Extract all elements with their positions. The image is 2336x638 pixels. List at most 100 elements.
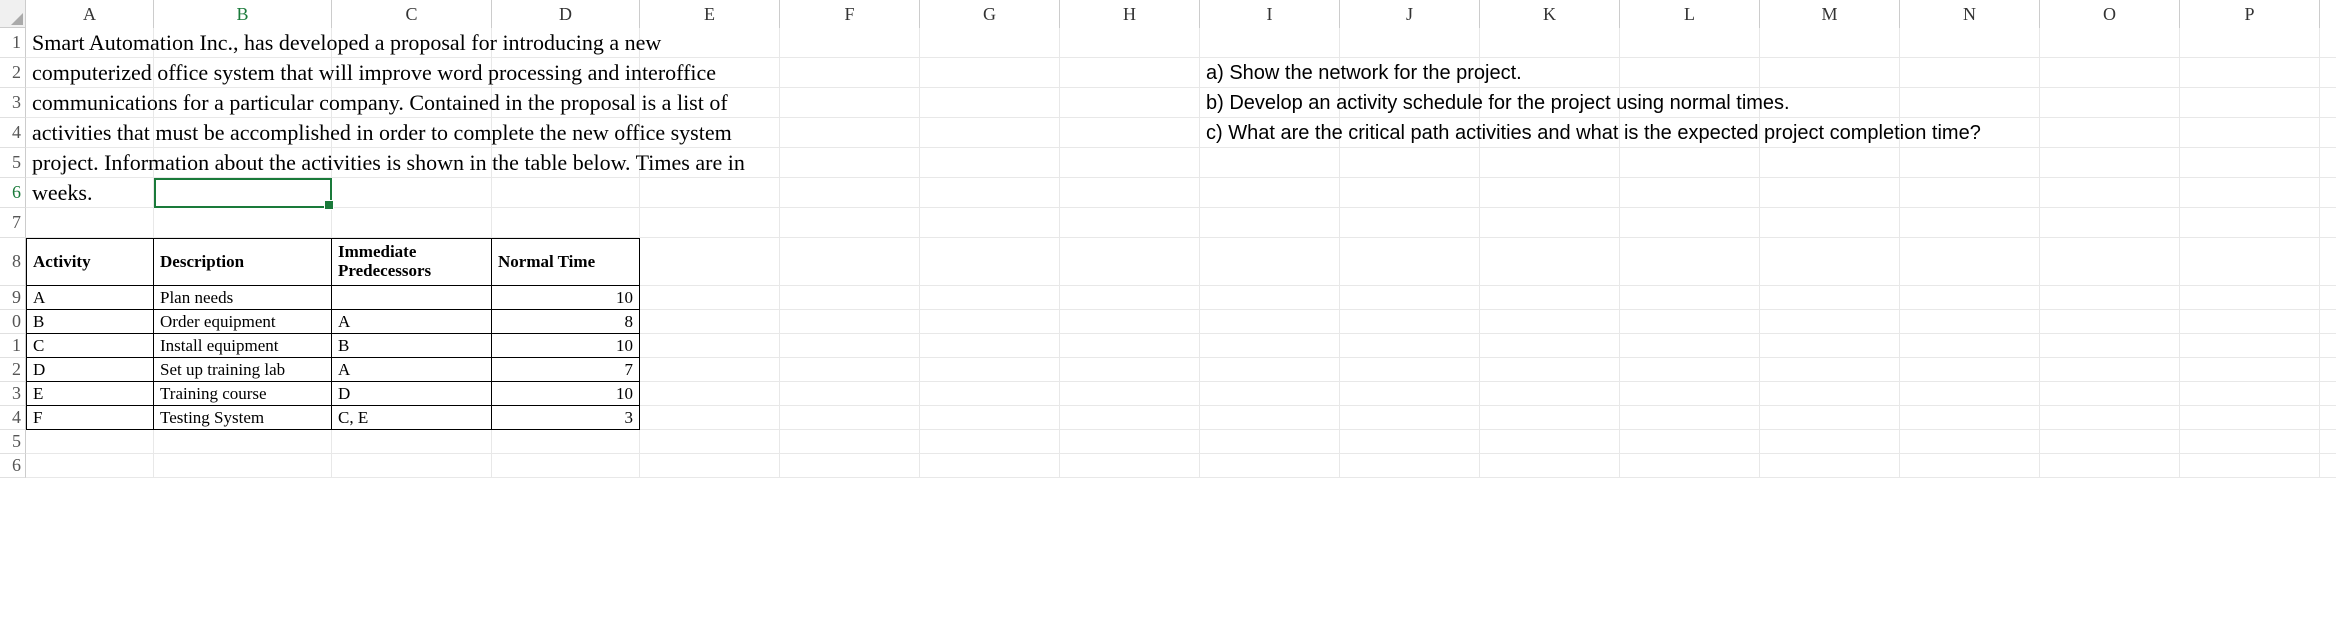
intro-line-4[interactable]: activities that must be accomplished in … [26, 118, 154, 148]
cell[interactable] [1340, 430, 1480, 454]
cell[interactable] [2180, 358, 2320, 382]
cell[interactable] [1480, 28, 1620, 58]
cell[interactable] [2320, 238, 2336, 286]
cell[interactable] [2320, 334, 2336, 358]
cell[interactable] [1900, 88, 2040, 118]
cell[interactable] [1760, 310, 1900, 334]
cell[interactable] [2040, 28, 2180, 58]
cell[interactable] [920, 382, 1060, 406]
table-header-activity[interactable]: Activity [26, 238, 154, 286]
cell[interactable] [640, 178, 780, 208]
cell[interactable] [1060, 430, 1200, 454]
table-predecessors-A[interactable] [332, 286, 492, 310]
cell[interactable] [1620, 178, 1760, 208]
cell[interactable] [1060, 88, 1200, 118]
cell[interactable] [1620, 238, 1760, 286]
cell[interactable] [2320, 358, 2336, 382]
cell[interactable] [1060, 118, 1200, 148]
cell[interactable] [780, 178, 920, 208]
column-header-O[interactable]: O [2040, 0, 2180, 28]
column-header-P[interactable]: P [2180, 0, 2320, 28]
row-header-9[interactable]: 9 [0, 286, 26, 310]
table-predecessors-F[interactable]: C, E [332, 406, 492, 430]
cell[interactable] [2040, 88, 2180, 118]
cell[interactable] [332, 208, 492, 238]
cell[interactable] [2320, 148, 2336, 178]
cell[interactable] [1900, 208, 2040, 238]
cell[interactable] [1200, 382, 1340, 406]
row-header-1[interactable]: 1 [0, 28, 26, 58]
cell[interactable] [1060, 28, 1200, 58]
cell[interactable] [2040, 454, 2180, 478]
cell[interactable] [2320, 406, 2336, 430]
row-header-12[interactable]: 2 [0, 358, 26, 382]
cell[interactable] [492, 208, 640, 238]
cell[interactable] [780, 286, 920, 310]
cell[interactable] [1340, 148, 1480, 178]
cell[interactable] [1900, 238, 2040, 286]
cell[interactable] [1900, 28, 2040, 58]
column-header-N[interactable]: N [1900, 0, 2040, 28]
cell[interactable] [2320, 178, 2336, 208]
cell[interactable] [2180, 334, 2320, 358]
cell[interactable] [1480, 358, 1620, 382]
cell[interactable] [1200, 334, 1340, 358]
cell[interactable] [2180, 286, 2320, 310]
cell[interactable] [780, 208, 920, 238]
intro-line-2[interactable]: computerized office system that will imp… [26, 58, 154, 88]
cell[interactable] [2040, 178, 2180, 208]
cell[interactable] [920, 406, 1060, 430]
cell[interactable] [1900, 382, 2040, 406]
cell[interactable] [2040, 430, 2180, 454]
cell[interactable] [1060, 208, 1200, 238]
cell[interactable] [2320, 118, 2336, 148]
column-header-E[interactable]: E [640, 0, 780, 28]
cell[interactable] [2040, 118, 2180, 148]
cell[interactable] [1760, 454, 1900, 478]
table-description-F[interactable]: Testing System [154, 406, 332, 430]
cell[interactable] [640, 310, 780, 334]
table-activity-A[interactable]: A [26, 286, 154, 310]
column-header-C[interactable]: C [332, 0, 492, 28]
table-time-C[interactable]: 10 [492, 334, 640, 358]
cell[interactable] [1620, 454, 1760, 478]
row-header-14[interactable]: 4 [0, 406, 26, 430]
cells-area[interactable]: Smart Automation Inc., has developed a p… [26, 28, 2336, 478]
table-predecessors-B[interactable]: A [332, 310, 492, 334]
cell[interactable] [2040, 238, 2180, 286]
row-header-2[interactable]: 2 [0, 58, 26, 88]
table-predecessors-E[interactable]: D [332, 382, 492, 406]
cell[interactable] [1760, 430, 1900, 454]
cell[interactable] [1200, 208, 1340, 238]
cell[interactable] [1340, 208, 1480, 238]
row-header-4[interactable]: 4 [0, 118, 26, 148]
cell[interactable] [1060, 310, 1200, 334]
cell[interactable] [154, 454, 332, 478]
cell[interactable] [332, 178, 492, 208]
cell[interactable] [1900, 310, 2040, 334]
cell[interactable] [2040, 58, 2180, 88]
cell[interactable] [1340, 406, 1480, 430]
cell[interactable] [920, 28, 1060, 58]
cell[interactable] [2180, 178, 2320, 208]
cell[interactable] [920, 358, 1060, 382]
table-description-E[interactable]: Training course [154, 382, 332, 406]
cell[interactable] [492, 178, 640, 208]
cell[interactable] [1060, 406, 1200, 430]
cell[interactable] [1900, 334, 2040, 358]
column-header-Q[interactable]: Q [2320, 0, 2336, 28]
cell[interactable] [920, 430, 1060, 454]
cell[interactable] [1200, 406, 1340, 430]
table-activity-E[interactable]: E [26, 382, 154, 406]
cell[interactable] [1200, 178, 1340, 208]
table-time-F[interactable]: 3 [492, 406, 640, 430]
cell[interactable] [2040, 148, 2180, 178]
cell[interactable] [640, 382, 780, 406]
row-header-15[interactable]: 5 [0, 430, 26, 454]
row-header-16[interactable]: 6 [0, 454, 26, 478]
column-header-L[interactable]: L [1620, 0, 1760, 28]
cell[interactable] [1620, 358, 1760, 382]
cell[interactable] [1200, 430, 1340, 454]
cell[interactable] [1760, 382, 1900, 406]
cell[interactable] [780, 310, 920, 334]
